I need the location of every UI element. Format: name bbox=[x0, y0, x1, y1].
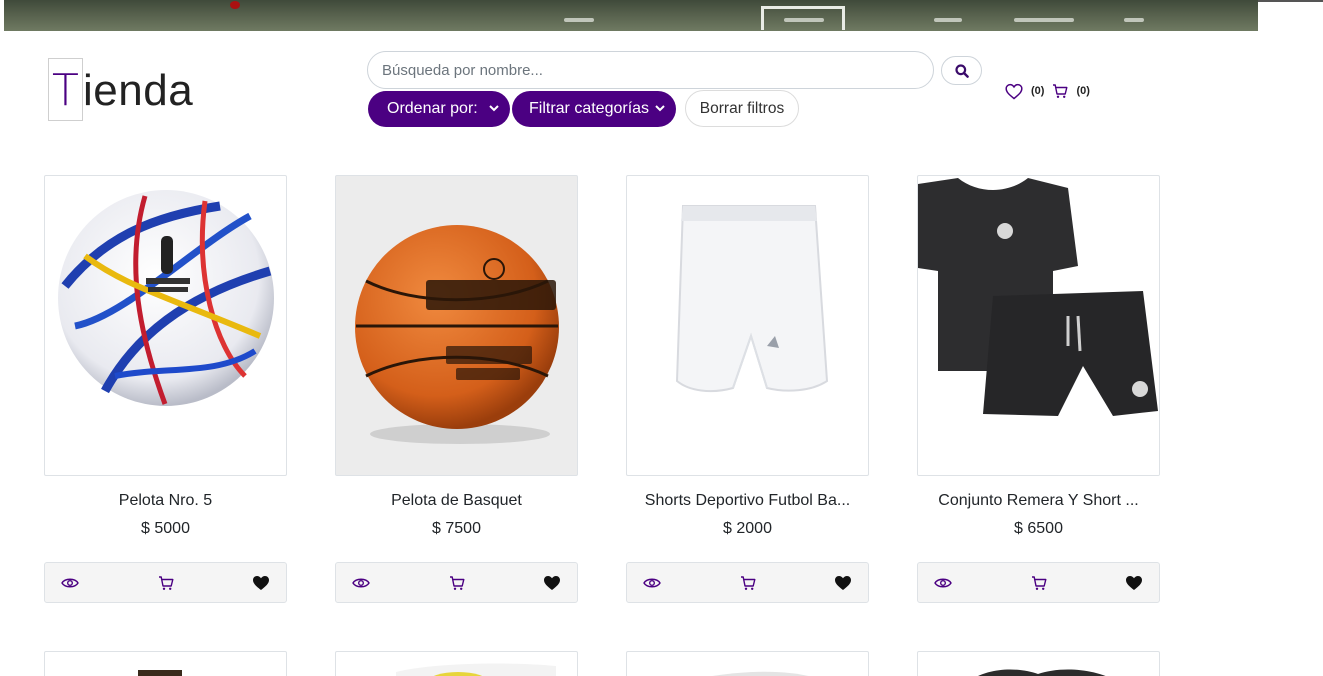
favorite-button[interactable] bbox=[543, 575, 561, 591]
product-card-partial[interactable] bbox=[626, 651, 869, 676]
view-button[interactable] bbox=[643, 576, 661, 590]
hero-detail bbox=[1014, 18, 1074, 22]
hero-detail bbox=[1124, 18, 1144, 22]
product-price: $ 7500 bbox=[432, 520, 481, 537]
cart-icon bbox=[1031, 575, 1046, 590]
brand-first-letter: T bbox=[48, 58, 83, 121]
search-button[interactable] bbox=[941, 56, 982, 85]
product-price: $ 2000 bbox=[723, 520, 772, 537]
add-to-cart-button[interactable] bbox=[1031, 575, 1047, 591]
brand-logo[interactable]: Tienda bbox=[48, 58, 208, 122]
soccer-ball-image bbox=[58, 190, 274, 406]
eye-icon bbox=[643, 578, 661, 587]
eye-icon bbox=[352, 578, 370, 587]
add-to-cart-button[interactable] bbox=[158, 575, 174, 591]
chevron-down-icon bbox=[655, 105, 665, 112]
product-card: Pelota Nro. 5 $ 5000 bbox=[44, 175, 287, 603]
add-to-cart-button[interactable] bbox=[740, 575, 756, 591]
product-actions bbox=[335, 562, 578, 603]
clear-filters-button[interactable]: Borrar filtros bbox=[685, 90, 799, 127]
product-card-partial[interactable] bbox=[917, 651, 1160, 676]
eye-icon bbox=[61, 578, 79, 587]
add-to-cart-button[interactable] bbox=[449, 575, 465, 591]
product-image[interactable] bbox=[626, 175, 869, 476]
heart-filled-icon bbox=[253, 575, 269, 590]
category-select[interactable]: Filtrar categorías bbox=[512, 91, 676, 127]
product-image[interactable] bbox=[44, 175, 287, 476]
cart-count: (0) bbox=[1076, 85, 1090, 97]
product-image-partial bbox=[138, 670, 182, 676]
white-shorts-image bbox=[675, 205, 829, 393]
product-actions bbox=[44, 562, 287, 603]
hero-banner-image bbox=[4, 0, 1258, 31]
favorite-button[interactable] bbox=[1125, 575, 1143, 591]
heart-filled-icon bbox=[544, 575, 560, 590]
eye-icon bbox=[934, 578, 952, 587]
view-button[interactable] bbox=[934, 576, 952, 590]
order-select-label: Ordenar por: bbox=[387, 100, 478, 117]
view-button[interactable] bbox=[61, 576, 79, 590]
product-card-partial[interactable] bbox=[335, 651, 578, 676]
basketball-image bbox=[355, 225, 559, 444]
product-image-partial bbox=[978, 669, 1106, 676]
favorite-button[interactable] bbox=[252, 575, 270, 591]
product-name: Pelota de Basquet bbox=[391, 492, 522, 509]
product-image-partial bbox=[713, 671, 808, 676]
product-name: Pelota Nro. 5 bbox=[118, 492, 213, 509]
product-name: Shorts Deportivo Futbol Ba... bbox=[644, 492, 851, 509]
cart-icon bbox=[740, 575, 755, 590]
product-card-partial[interactable] bbox=[44, 651, 287, 676]
top-divider bbox=[1258, 0, 1323, 2]
product-actions bbox=[626, 562, 869, 603]
brand-rest: ienda bbox=[83, 66, 194, 115]
search-icon bbox=[954, 63, 969, 78]
hero-ball bbox=[230, 1, 240, 9]
product-image[interactable] bbox=[917, 175, 1160, 476]
favorites-count: (0) bbox=[1031, 85, 1045, 97]
product-name: Conjunto Remera Y Short ... bbox=[938, 492, 1139, 509]
hero-detail bbox=[564, 18, 594, 22]
order-select[interactable]: Ordenar por: bbox=[368, 91, 510, 127]
tshirt-shorts-set-image bbox=[918, 178, 1159, 475]
product-image[interactable] bbox=[335, 175, 578, 476]
product-price: $ 6500 bbox=[1014, 520, 1063, 537]
product-card: Pelota de Basquet $ 7500 bbox=[335, 175, 578, 603]
favorite-button[interactable] bbox=[834, 575, 852, 591]
view-button[interactable] bbox=[352, 576, 370, 590]
heart-filled-icon bbox=[835, 575, 851, 590]
category-select-label: Filtrar categorías bbox=[529, 100, 650, 117]
product-image-partial bbox=[396, 663, 556, 676]
cart-icon[interactable] bbox=[1052, 83, 1068, 99]
cart-icon bbox=[158, 575, 173, 590]
header-counters: (0) (0) bbox=[1005, 81, 1098, 101]
chevron-down-icon bbox=[489, 105, 499, 112]
hero-detail bbox=[934, 18, 962, 22]
hero-goal bbox=[761, 6, 845, 30]
product-card: Shorts Deportivo Futbol Ba... $ 2000 bbox=[626, 175, 869, 603]
search-input[interactable] bbox=[367, 51, 934, 89]
product-price: $ 5000 bbox=[141, 520, 190, 537]
cart-icon bbox=[449, 575, 464, 590]
product-card: Conjunto Remera Y Short ... $ 6500 bbox=[917, 175, 1160, 603]
heart-filled-icon bbox=[1126, 575, 1142, 590]
product-actions bbox=[917, 562, 1160, 603]
heart-outline-icon[interactable] bbox=[1005, 83, 1023, 100]
